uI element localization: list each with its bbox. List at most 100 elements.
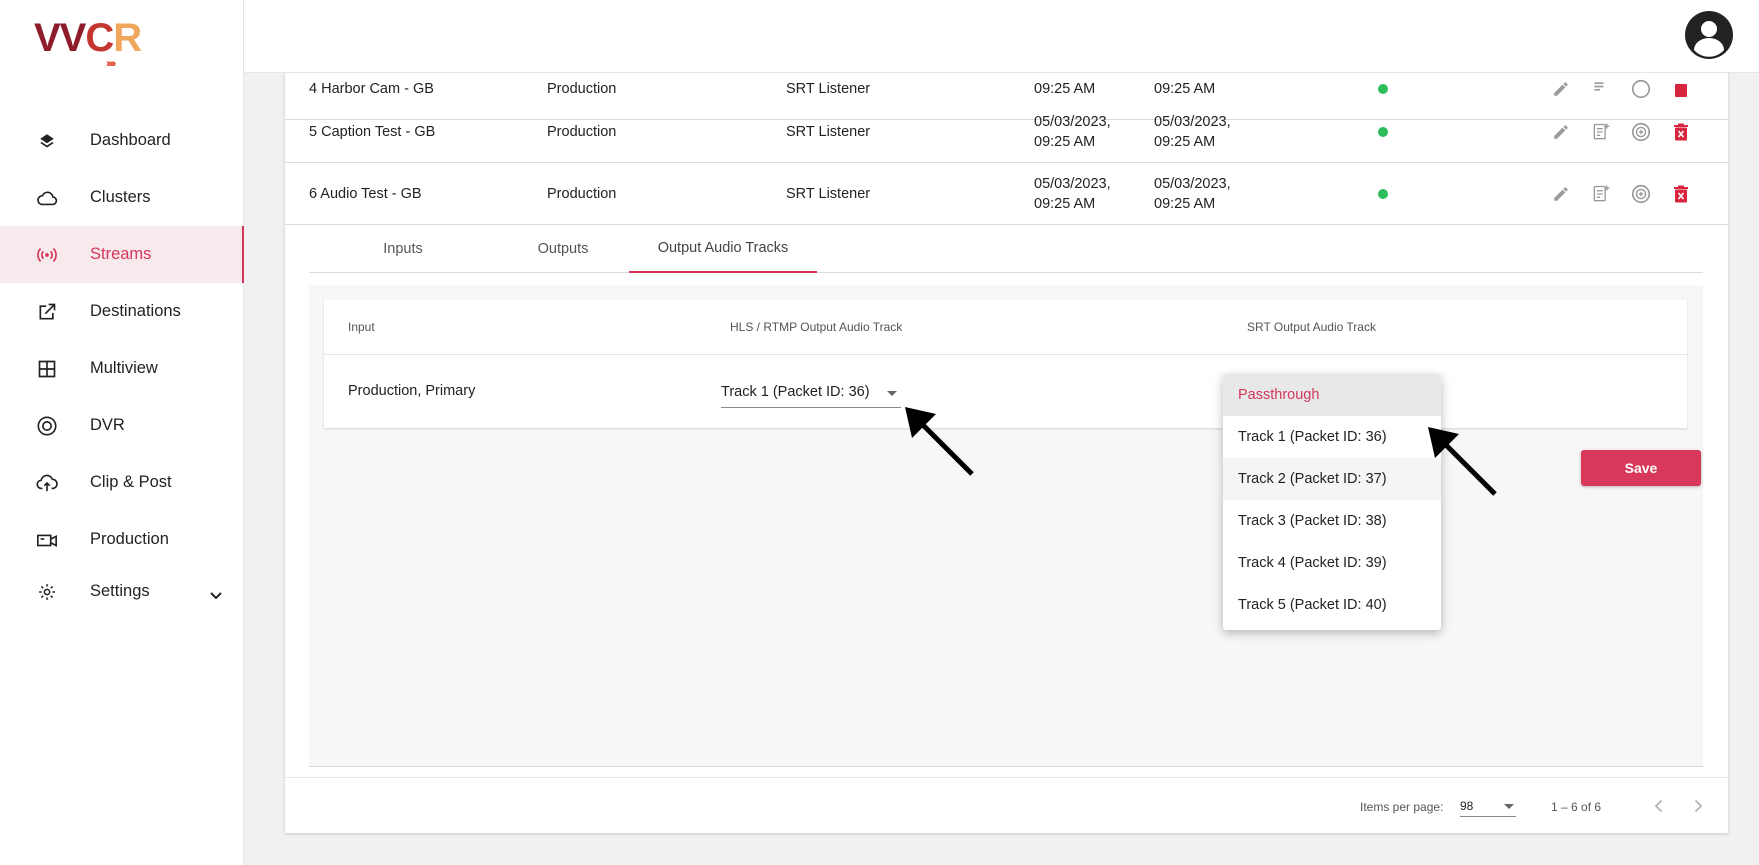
sidebar-item-label: DVR [90, 416, 125, 434]
sidebar-item-label: Production [90, 530, 169, 548]
column-header-input: Input [348, 320, 375, 334]
delete-icon[interactable] [1670, 121, 1692, 143]
time-line: 09:25 AM [1154, 196, 1216, 212]
delete-icon[interactable] [1670, 183, 1692, 205]
sidebar-item-label: Streams [90, 245, 152, 263]
time-line: 09:25 AM [1034, 196, 1096, 212]
top-header [244, 0, 1759, 73]
logo-text-part: R [113, 16, 142, 60]
record-icon [36, 415, 58, 437]
dropdown-option[interactable]: Track 2 (Packet ID: 37) [1223, 458, 1441, 500]
cloud-upload-icon [36, 472, 58, 494]
status-dot [1378, 189, 1388, 199]
dropdown-arrow-icon [1504, 804, 1514, 809]
time-line: 09:25 AM [1154, 81, 1216, 97]
input-name: Production, Primary [348, 383, 476, 399]
sidebar-nav: Dashboard Clusters Streams Destinations … [0, 112, 244, 615]
sidebar-item-streams[interactable]: Streams [0, 226, 244, 283]
time-line: 09:25 AM [1034, 81, 1096, 97]
grid-icon [36, 358, 58, 380]
items-per-page-label: Items per page: [1360, 800, 1444, 814]
row-actions [1550, 78, 1692, 100]
sidebar-item-clusters[interactable]: Clusters [0, 169, 244, 226]
add-circle-icon[interactable] [1630, 183, 1652, 205]
dropdown-option[interactable]: Track 4 (Packet ID: 39) [1223, 542, 1441, 584]
column-header-srt: SRT Output Audio Track [1247, 320, 1376, 334]
column-header-hls: HLS / RTMP Output Audio Track [730, 320, 903, 334]
logo-text-part: C [85, 16, 114, 60]
edit-icon[interactable] [1550, 121, 1572, 143]
sidebar-item-label: Dashboard [90, 131, 171, 149]
stream-name: 5 Caption Test - GB [309, 124, 436, 140]
stream-name: 6 Audio Test - GB [309, 186, 422, 202]
stream-protocol: SRT Listener [786, 186, 871, 202]
pagination: Items per page: 98 1 – 6 of 6 [285, 777, 1728, 833]
playlist-add-icon[interactable] [1590, 78, 1612, 100]
date-line: 05/03/2023, [1154, 114, 1231, 130]
dropdown-option[interactable]: Track 3 (Packet ID: 38) [1223, 500, 1441, 542]
edit-icon[interactable] [1550, 183, 1572, 205]
sidebar-item-multiview[interactable]: Multiview [0, 340, 244, 397]
table-row[interactable]: 5 Caption Test - GB Production SRT Liste… [285, 101, 1728, 163]
status-dot [1378, 127, 1388, 137]
save-button[interactable]: Save [1581, 450, 1701, 486]
playlist-add-icon[interactable] [1590, 183, 1612, 205]
items-per-page-select[interactable]: 98 [1460, 797, 1516, 817]
selected-value: Track 1 (Packet ID: 36) [721, 384, 870, 400]
sidebar-item-label: Clip & Post [90, 473, 172, 491]
previous-page-button[interactable] [1648, 796, 1668, 816]
created-date: 05/03/2023, 09:25 AM [1034, 101, 1111, 163]
sidebar-item-destinations[interactable]: Destinations [0, 283, 244, 340]
detail-tabs: Inputs Outputs Output Audio Tracks [309, 225, 1703, 273]
sidebar-item-label: Clusters [90, 188, 151, 206]
external-link-icon [36, 301, 58, 323]
sidebar-item-label: Destinations [90, 302, 181, 320]
audio-tracks-panel: Input HLS / RTMP Output Audio Track SRT … [309, 285, 1703, 767]
updated-date: 05/03/2023, 09:25 AM [1154, 163, 1231, 225]
annotation-arrow-icon [1428, 427, 1497, 496]
layers-icon [36, 130, 58, 152]
streams-card: 4 Harbor Cam - GB Production SRT Listene… [285, 60, 1728, 833]
table-header: Input HLS / RTMP Output Audio Track SRT … [324, 300, 1687, 355]
row-actions [1550, 183, 1692, 205]
sidebar-item-dashboard[interactable]: Dashboard [0, 112, 244, 169]
sidebar-item-label: Settings [90, 582, 150, 600]
sidebar-item-clip-post[interactable]: Clip & Post [0, 454, 244, 511]
delete-icon[interactable] [1670, 78, 1692, 100]
time-line: 09:25 AM [1034, 134, 1096, 150]
annotation-arrow-icon [905, 407, 974, 476]
playlist-add-icon[interactable] [1590, 121, 1612, 143]
updated-date: 05/03/2023, 09:25 AM [1154, 101, 1231, 163]
dropdown-option[interactable]: Track 1 (Packet ID: 36) [1223, 416, 1441, 458]
user-avatar-icon[interactable] [1684, 10, 1734, 60]
time-line: 09:25 AM [1154, 134, 1216, 150]
edit-icon[interactable] [1550, 78, 1572, 100]
logo-chevrons: ››››› [106, 58, 116, 70]
add-circle-icon[interactable] [1630, 121, 1652, 143]
broadcast-icon [36, 244, 58, 266]
add-circle-icon[interactable] [1630, 78, 1652, 100]
sidebar-item-settings[interactable]: Settings [0, 568, 244, 615]
date-line: 05/03/2023, [1034, 176, 1111, 192]
table-row[interactable]: 6 Audio Test - GB Production SRT Listene… [285, 163, 1728, 225]
sidebar-item-production[interactable]: Production [0, 511, 244, 568]
logo-text-part: VV [34, 16, 86, 60]
dropdown-option[interactable]: Passthrough [1223, 374, 1441, 416]
audio-tracks-table: Input HLS / RTMP Output Audio Track SRT … [324, 300, 1687, 428]
date-line: 05/03/2023, [1154, 176, 1231, 192]
tab-output-audio-tracks[interactable]: Output Audio Tracks [629, 225, 817, 273]
dropdown-arrow-icon [887, 391, 897, 396]
next-page-button[interactable] [1688, 796, 1708, 816]
vvcr-logo[interactable]: VVCR ››››› [34, 16, 154, 70]
stream-type: Production [547, 186, 617, 202]
status-dot [1378, 84, 1388, 94]
page-range: 1 – 6 of 6 [1551, 800, 1602, 814]
date-line: 05/03/2023, [1034, 114, 1111, 130]
gear-icon [36, 581, 58, 603]
hls-audio-track-select[interactable]: Track 1 (Packet ID: 36) [721, 384, 901, 408]
srt-audio-track-dropdown: Passthrough Track 1 (Packet ID: 36) Trac… [1223, 374, 1441, 630]
sidebar-item-dvr[interactable]: DVR [0, 397, 244, 454]
sidebar-item-label: Multiview [90, 359, 158, 377]
cloud-icon [36, 187, 58, 209]
dropdown-option[interactable]: Track 5 (Packet ID: 40) [1223, 584, 1441, 626]
